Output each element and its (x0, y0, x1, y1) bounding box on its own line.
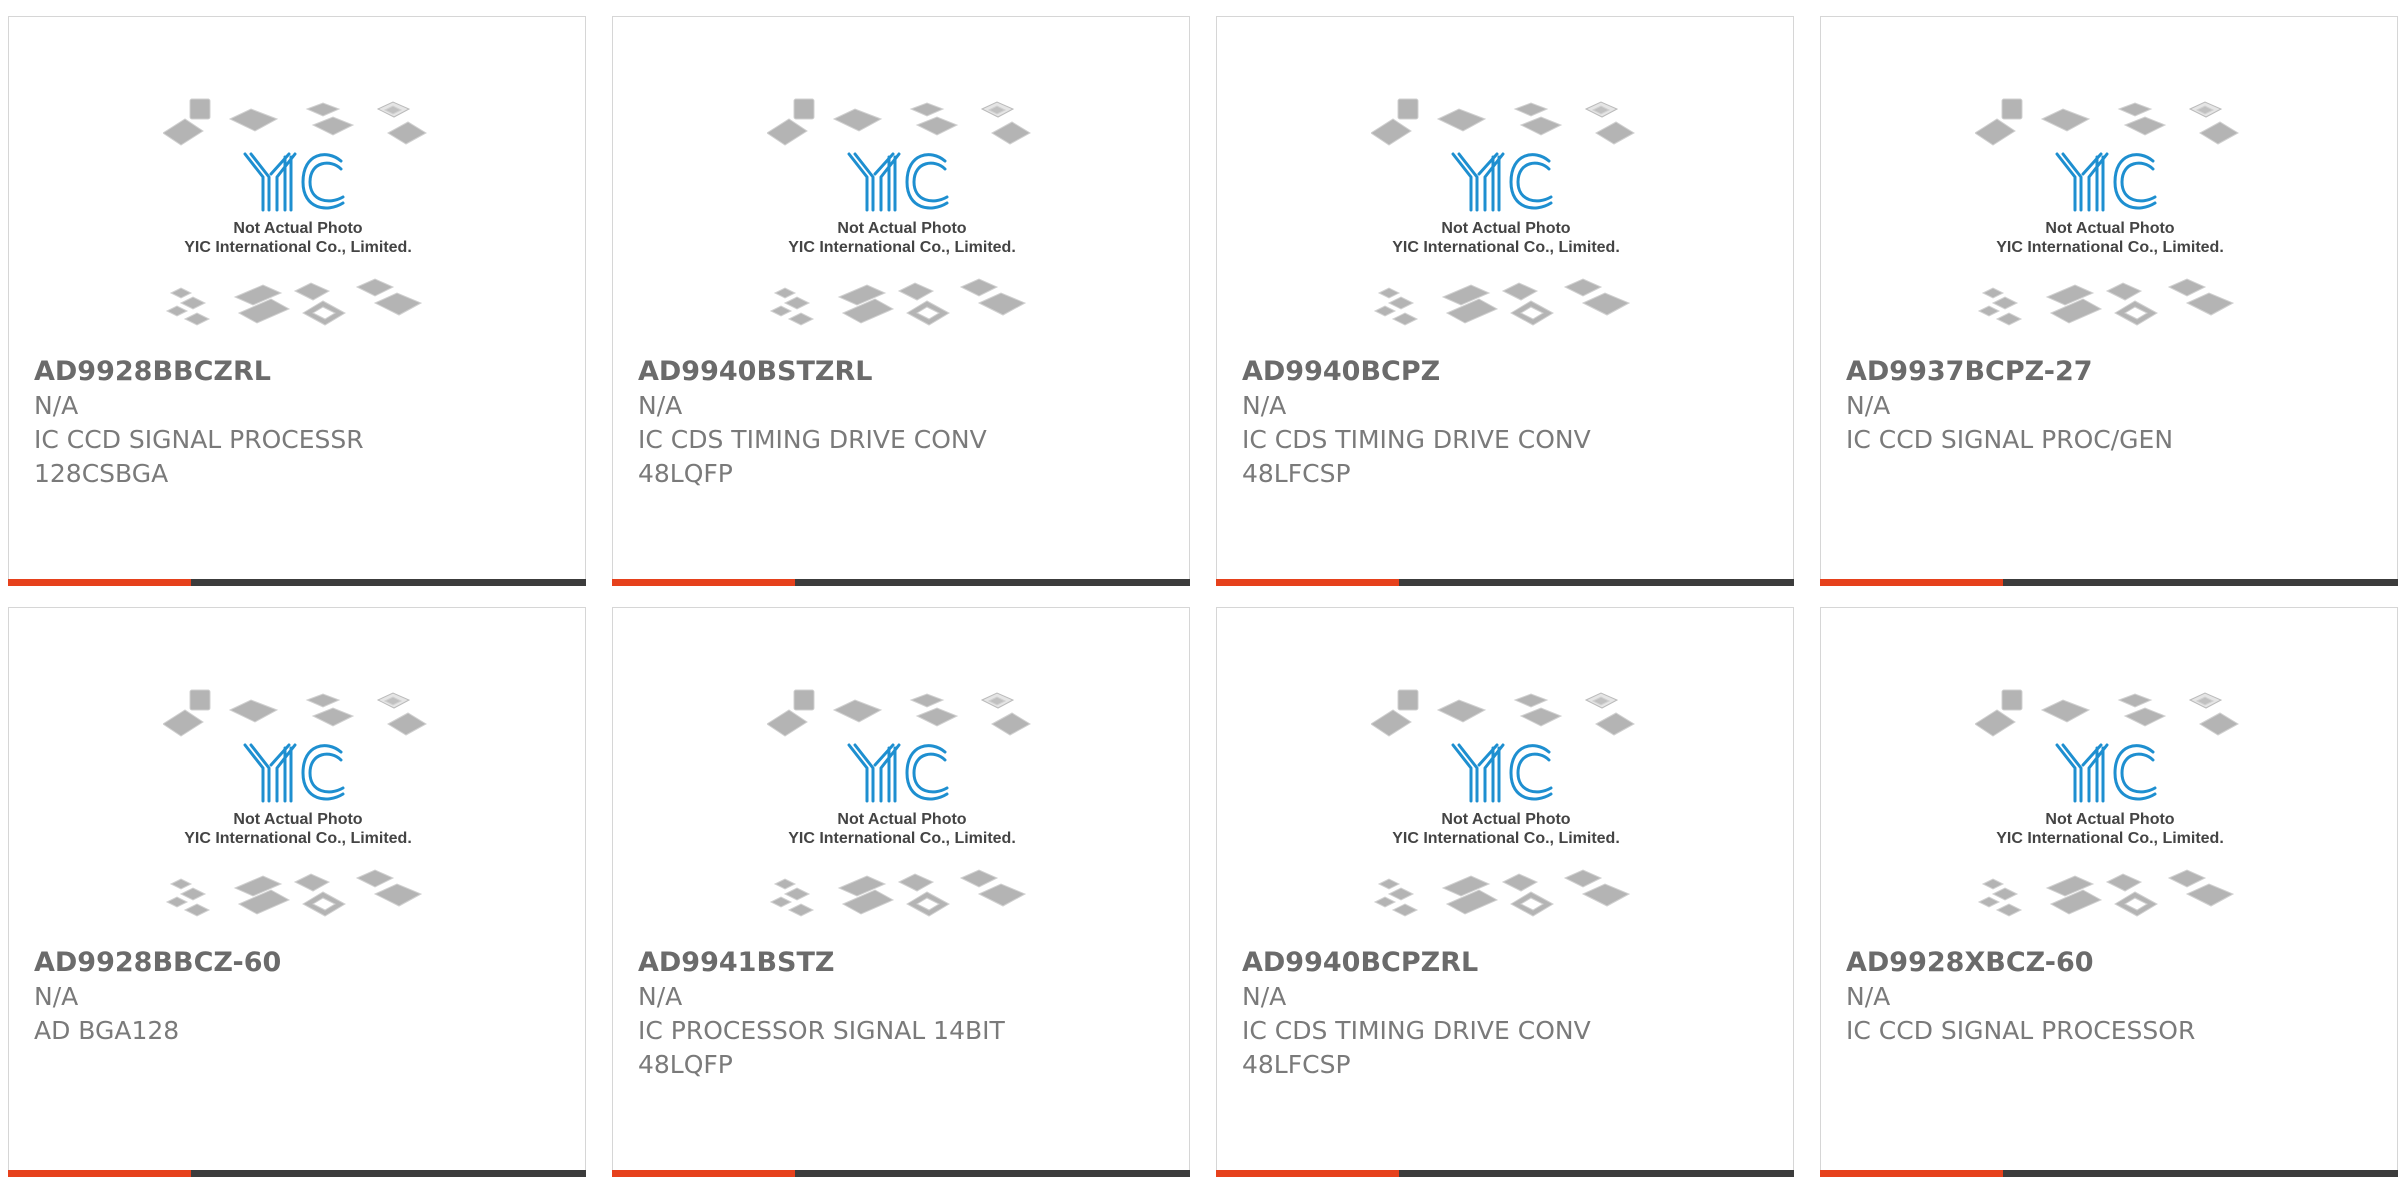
card-accent-highlight (8, 1170, 191, 1177)
manufacturer: N/A (1242, 982, 1287, 1011)
product-info: AD9940BCPZ N/A IC CDS TIMING DRIVE CONV 48L… (1242, 355, 1773, 491)
product-image[interactable]: Not Actual Photo YIC International Co., … (613, 688, 1191, 956)
description: IC CDS TIMING DRIVE CONV (638, 425, 987, 454)
product-info: AD9941BSTZ N/A IC PROCESSOR SIGNAL 14BIT 48… (638, 946, 1169, 1082)
package: 48LQFP (638, 1050, 733, 1079)
part-number-link[interactable]: AD9928BBCZ-60 (34, 946, 565, 980)
description: IC PROCESSOR SIGNAL 14BIT (638, 1016, 1005, 1045)
card-accent-highlight (612, 1170, 795, 1177)
manufacturer: N/A (1242, 391, 1287, 420)
description: AD BGA128 (34, 1016, 180, 1045)
package: 48LFCSP (1242, 1050, 1351, 1079)
svg-text:YIC International Co., Limited: YIC International Co., Limited. (184, 830, 412, 847)
card-accent-bar (8, 1170, 586, 1177)
product-info: AD9928XBCZ-60 N/A IC CCD SIGNAL PROCESSOR (1846, 946, 2377, 1048)
svg-text:YIC International Co., Limited: YIC International Co., Limited. (1996, 239, 2224, 256)
description: IC CDS TIMING DRIVE CONV (1242, 425, 1591, 454)
svg-text:Not Actual Photo: Not Actual Photo (1441, 220, 1570, 237)
product-card[interactable]: Not Actual Photo YIC International Co., … (1820, 16, 2398, 586)
manufacturer: N/A (1846, 982, 1891, 1011)
product-card[interactable]: Not Actual Photo YIC International Co., … (1216, 16, 1794, 586)
product-card[interactable]: Not Actual Photo YIC International Co., … (8, 607, 586, 1177)
part-number-link[interactable]: AD9937BCPZ-27 (1846, 355, 2377, 389)
card-accent-bar (612, 1170, 1190, 1177)
manufacturer: N/A (1846, 391, 1891, 420)
placeholder-photo-icon: Not Actual Photo YIC International Co., … (1975, 689, 2239, 917)
placeholder-photo-icon: Not Actual Photo YIC International Co., … (1975, 98, 2239, 326)
svg-text:Not Actual Photo: Not Actual Photo (233, 811, 362, 828)
product-info: AD9928BBCZ-60 N/A AD BGA128 (34, 946, 565, 1048)
product-info: AD9928BBCZRL N/A IC CCD SIGNAL PROCESSR 128… (34, 355, 565, 491)
part-number-link[interactable]: AD9940BSTZRL (638, 355, 1169, 389)
product-info: AD9940BCPZRL N/A IC CDS TIMING DRIVE CONV 4… (1242, 946, 1773, 1082)
description: IC CCD SIGNAL PROC/GEN (1846, 425, 2174, 454)
manufacturer: N/A (34, 982, 79, 1011)
part-number-link[interactable]: AD9928BBCZRL (34, 355, 565, 389)
svg-text:YIC International Co., Limited: YIC International Co., Limited. (1996, 830, 2224, 847)
manufacturer: N/A (638, 391, 683, 420)
product-card[interactable]: Not Actual Photo YIC International Co., … (612, 16, 1190, 586)
product-image[interactable]: Not Actual Photo YIC International Co., … (9, 688, 587, 956)
placeholder-photo-icon: Not Actual Photo YIC International Co., … (767, 689, 1031, 917)
svg-text:Not Actual Photo: Not Actual Photo (837, 220, 966, 237)
card-accent-highlight (1216, 579, 1399, 586)
product-card[interactable]: Not Actual Photo YIC International Co., … (8, 16, 586, 586)
product-image[interactable]: Not Actual Photo YIC International Co., … (9, 97, 587, 365)
card-accent-bar (1820, 1170, 2398, 1177)
svg-text:YIC International Co., Limited: YIC International Co., Limited. (1392, 830, 1620, 847)
svg-text:YIC International Co., Limited: YIC International Co., Limited. (184, 239, 412, 256)
package: 48LFCSP (1242, 459, 1351, 488)
card-accent-bar (8, 579, 586, 586)
description: IC CCD SIGNAL PROCESSR (34, 425, 364, 454)
svg-text:Not Actual Photo: Not Actual Photo (2045, 811, 2174, 828)
svg-text:Not Actual Photo: Not Actual Photo (2045, 220, 2174, 237)
svg-text:Not Actual Photo: Not Actual Photo (1441, 811, 1570, 828)
card-accent-highlight (1216, 1170, 1399, 1177)
placeholder-photo-icon: Not Actual Photo YIC International Co., … (163, 98, 427, 326)
product-card[interactable]: Not Actual Photo YIC International Co., … (612, 607, 1190, 1177)
part-number-link[interactable]: AD9940BCPZRL (1242, 946, 1773, 980)
description: IC CDS TIMING DRIVE CONV (1242, 1016, 1591, 1045)
svg-text:YIC International Co., Limited: YIC International Co., Limited. (788, 830, 1016, 847)
card-accent-highlight (1820, 579, 2003, 586)
product-info: AD9940BSTZRL N/A IC CDS TIMING DRIVE CONV 4… (638, 355, 1169, 491)
placeholder-photo-icon: Not Actual Photo YIC International Co., … (767, 98, 1031, 326)
svg-text:Not Actual Photo: Not Actual Photo (233, 220, 362, 237)
card-accent-bar (1820, 579, 2398, 586)
product-image[interactable]: Not Actual Photo YIC International Co., … (1821, 97, 2399, 365)
product-grid: Not Actual Photo YIC International Co., … (8, 16, 2400, 1177)
product-info: AD9937BCPZ-27 N/A IC CCD SIGNAL PROC/GEN (1846, 355, 2377, 457)
svg-text:YIC International Co., Limited: YIC International Co., Limited. (788, 239, 1016, 256)
svg-text:YIC International Co., Limited: YIC International Co., Limited. (1392, 239, 1620, 256)
card-accent-highlight (8, 579, 191, 586)
part-number-link[interactable]: AD9940BCPZ (1242, 355, 1773, 389)
card-accent-bar (612, 579, 1190, 586)
package: 128CSBGA (34, 459, 169, 488)
product-image[interactable]: Not Actual Photo YIC International Co., … (613, 97, 1191, 365)
product-image[interactable]: Not Actual Photo YIC International Co., … (1217, 97, 1795, 365)
card-accent-highlight (1820, 1170, 2003, 1177)
product-card[interactable]: Not Actual Photo YIC International Co., … (1820, 607, 2398, 1177)
svg-text:Not Actual Photo: Not Actual Photo (837, 811, 966, 828)
card-accent-bar (1216, 579, 1794, 586)
description: IC CCD SIGNAL PROCESSOR (1846, 1016, 2196, 1045)
product-image[interactable]: Not Actual Photo YIC International Co., … (1821, 688, 2399, 956)
placeholder-photo-icon: Not Actual Photo YIC International Co., … (1371, 98, 1635, 326)
product-image[interactable]: Not Actual Photo YIC International Co., … (1217, 688, 1795, 956)
product-card[interactable]: Not Actual Photo YIC International Co., … (1216, 607, 1794, 1177)
part-number-link[interactable]: AD9941BSTZ (638, 946, 1169, 980)
manufacturer: N/A (638, 982, 683, 1011)
placeholder-photo-icon: Not Actual Photo YIC International Co., … (163, 689, 427, 917)
package: 48LQFP (638, 459, 733, 488)
placeholder-photo-icon: Not Actual Photo YIC International Co., … (1371, 689, 1635, 917)
card-accent-bar (1216, 1170, 1794, 1177)
card-accent-highlight (612, 579, 795, 586)
manufacturer: N/A (34, 391, 79, 420)
part-number-link[interactable]: AD9928XBCZ-60 (1846, 946, 2377, 980)
